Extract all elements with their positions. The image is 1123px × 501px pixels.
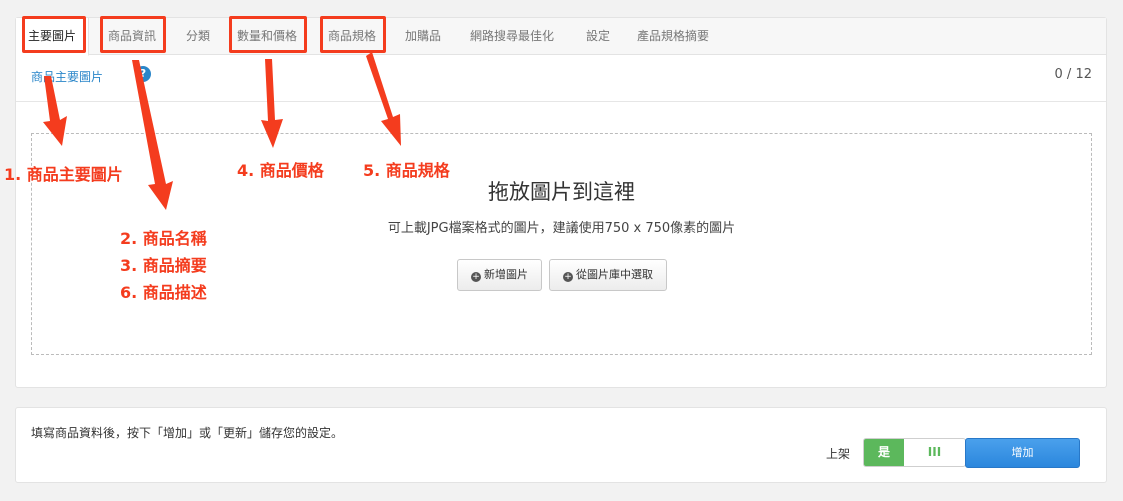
on-shelf-label: 上架 — [826, 447, 851, 461]
image-counter: 0 / 12 — [1054, 67, 1092, 82]
add-button[interactable]: 增加 — [965, 438, 1080, 468]
tab-specifications[interactable]: 商品規格 — [328, 18, 376, 55]
add-image-label: 新增圖片 — [484, 268, 528, 281]
toggle-handle-icon[interactable]: III — [904, 439, 965, 466]
toggle-yes[interactable]: 是 — [864, 439, 904, 466]
dropzone-title: 拖放圖片到這裡 — [488, 180, 635, 204]
dropzone-hint: 可上載JPG檔案格式的圖片，建議使用750 x 750像素的圖片 — [387, 221, 736, 236]
main-images-link[interactable]: 商品主要圖片 — [31, 68, 103, 85]
tab-quantity-price[interactable]: 數量和價格 — [237, 18, 297, 55]
select-from-library-button[interactable]: + 從圖片庫中選取 — [549, 259, 667, 291]
product-images-panel: 主要圖片 商品資訊 分類 數量和價格 商品規格 加購品 網路搜尋最佳化 設定 產… — [15, 17, 1107, 388]
tab-add-ons[interactable]: 加購品 — [405, 18, 441, 55]
tab-product-info[interactable]: 商品資訊 — [108, 18, 156, 55]
add-image-button[interactable]: + 新增圖片 — [457, 259, 542, 291]
tab-main-images[interactable]: 主要圖片 — [16, 18, 90, 56]
select-from-library-label: 從圖片庫中選取 — [576, 268, 653, 281]
tab-spec-summary[interactable]: 產品規格摘要 — [637, 18, 709, 55]
tab-seo[interactable]: 網路搜尋最佳化 — [470, 18, 554, 55]
save-notice: 填寫商品資料後，按下「增加」或「更新」儲存您的設定。 — [31, 426, 344, 440]
tab-settings[interactable]: 設定 — [586, 18, 610, 55]
on-shelf-toggle[interactable]: 是 III — [863, 438, 966, 467]
save-panel: 填寫商品資料後，按下「增加」或「更新」儲存您的設定。 上架 是 III 增加 — [15, 407, 1107, 483]
divider — [16, 101, 1106, 102]
image-dropzone[interactable]: 拖放圖片到這裡 可上載JPG檔案格式的圖片，建議使用750 x 750像素的圖片… — [31, 133, 1092, 355]
help-icon[interactable]: ? — [135, 66, 151, 82]
plus-circle-icon: + — [563, 272, 573, 282]
plus-circle-icon: + — [471, 272, 481, 282]
tab-bar: 主要圖片 商品資訊 分類 數量和價格 商品規格 加購品 網路搜尋最佳化 設定 產… — [16, 18, 1106, 56]
tab-category[interactable]: 分類 — [186, 18, 210, 55]
